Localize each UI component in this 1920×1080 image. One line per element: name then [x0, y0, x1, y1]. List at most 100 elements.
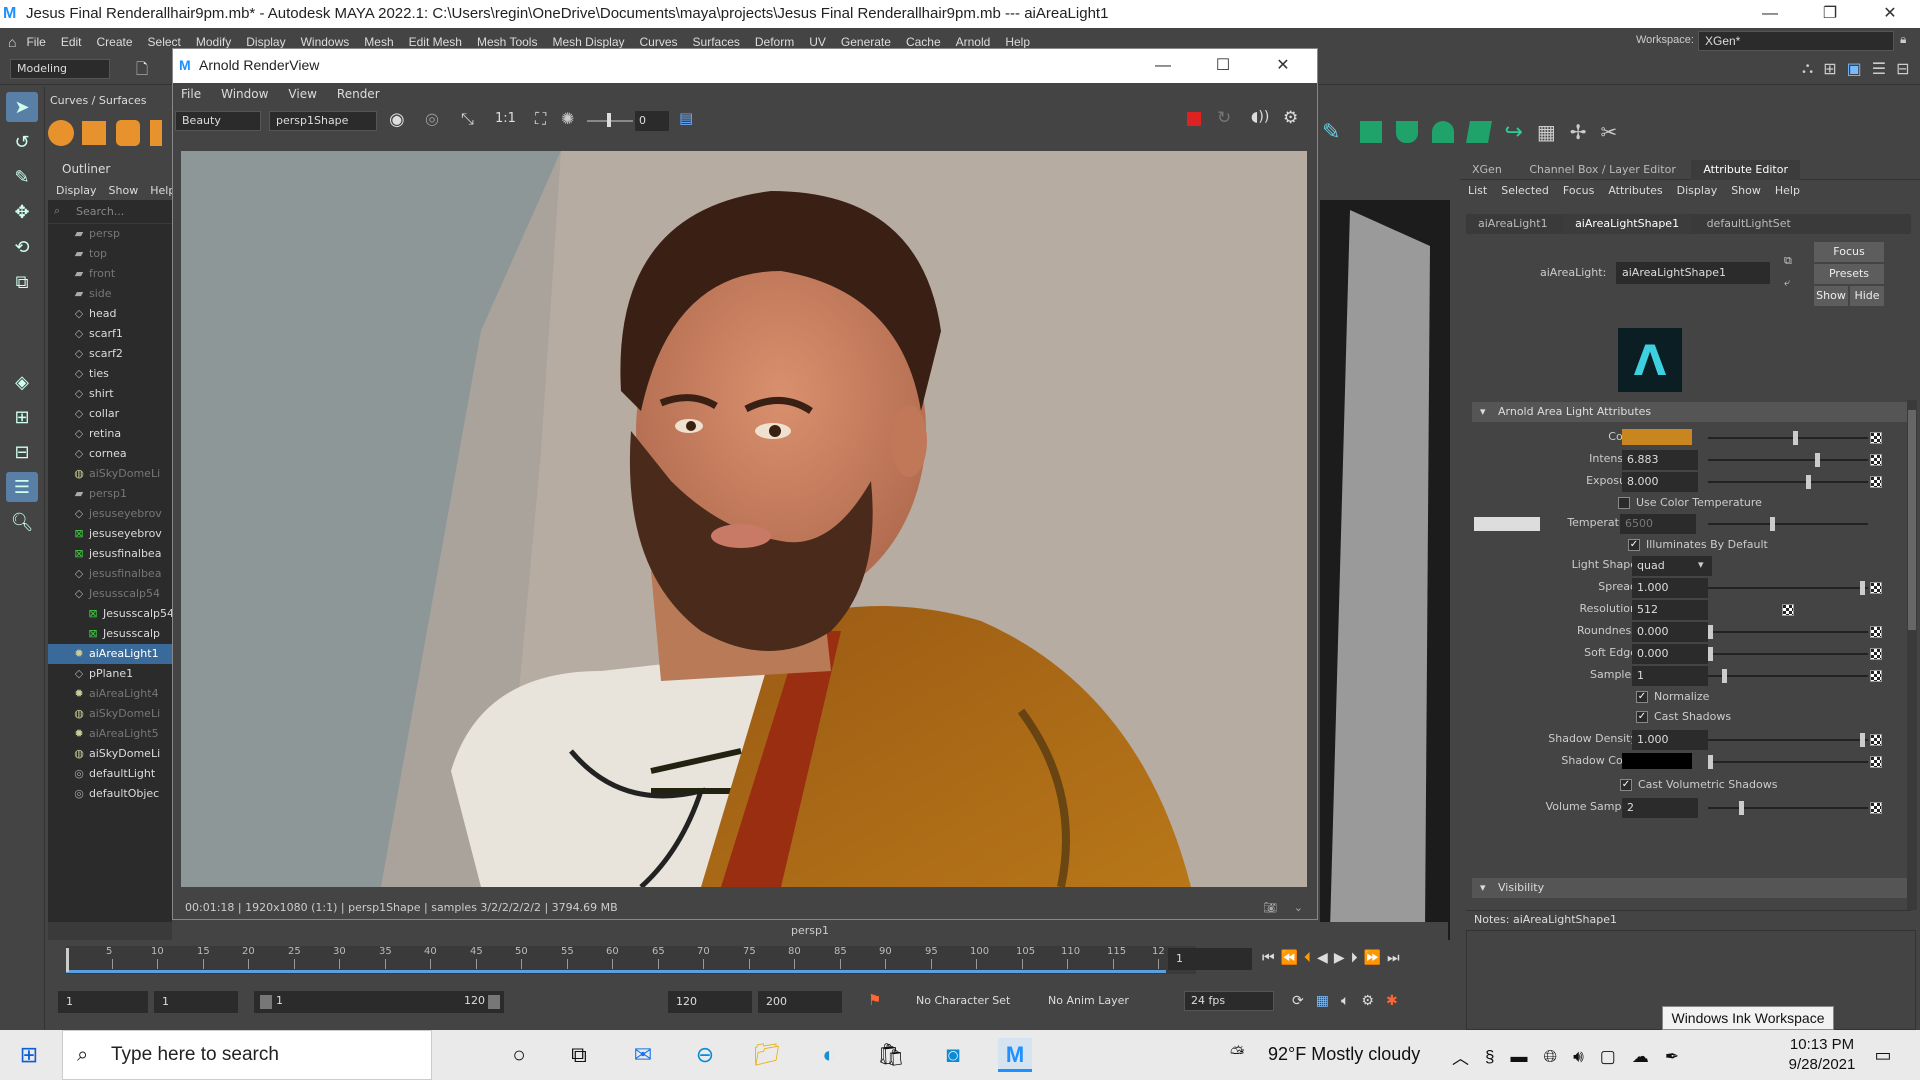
lasso-tool-icon[interactable]: ↺	[6, 127, 38, 157]
shelf-tab-curves-surfaces[interactable]: Curves / Surfaces	[50, 94, 170, 110]
attr-menu-focus[interactable]: Focus	[1563, 184, 1594, 197]
presets-button[interactable]: Presets	[1814, 264, 1884, 284]
render-image[interactable]	[181, 151, 1307, 887]
two-view-icon[interactable]: ⊟	[6, 437, 38, 467]
node-tab-ailight[interactable]: aiAreaLight1	[1466, 214, 1560, 234]
menu-item-curves[interactable]: Curves	[640, 35, 678, 49]
outliner-item[interactable]: ◇ scarf2	[48, 344, 172, 364]
menu-item-help[interactable]: Help	[1005, 35, 1030, 49]
crop-icon[interactable]: ⤡	[461, 109, 474, 129]
loop-icon[interactable]: ⟳	[1292, 993, 1304, 1009]
outliner-item[interactable]: ◇ Jesusscalp54	[48, 584, 172, 604]
nurbs-cylinder-icon[interactable]	[116, 120, 140, 146]
poly-dome-icon[interactable]	[1432, 121, 1455, 143]
step-back-key-icon[interactable]: ⏴	[1304, 950, 1311, 966]
fit-frame-icon[interactable]: ⛶	[535, 109, 546, 129]
cortana-icon[interactable]: ○	[502, 1038, 536, 1072]
attr-menu-display[interactable]: Display	[1677, 184, 1718, 197]
outliner-item[interactable]: ✹ aiAreaLight5	[48, 724, 172, 744]
attr-color-slider[interactable]	[1708, 431, 1868, 445]
tab-channel-box[interactable]: Channel Box / Layer Editor	[1517, 160, 1688, 180]
scene-end-field[interactable]: 200	[758, 991, 842, 1013]
attr-shadow-color-swatch[interactable]	[1622, 753, 1692, 769]
slider-knob[interactable]	[1860, 733, 1865, 747]
renderview-minimize-button[interactable]: —	[1133, 52, 1193, 80]
step-forward-key-icon[interactable]: ⏵	[1351, 950, 1358, 966]
menu-item-display[interactable]: Display	[246, 35, 285, 49]
time-editor-icon[interactable]: ✱	[1386, 993, 1398, 1009]
poly-cube-icon[interactable]	[1466, 121, 1493, 143]
refresh-render-icon[interactable]: ↻	[1217, 108, 1231, 128]
attr-roundness-field[interactable]: 0.000	[1632, 622, 1708, 642]
outliner-item[interactable]: ◎ defaultLight	[48, 764, 172, 784]
render-region-icon[interactable]: ◉	[389, 109, 405, 130]
outliner-item[interactable]: ▰ front	[48, 264, 172, 284]
store-icon[interactable]: 🛍︎	[874, 1038, 908, 1072]
menu-item-mesh-tools[interactable]: Mesh Tools	[477, 35, 537, 49]
range-end-handle[interactable]	[488, 995, 500, 1009]
attr-spread-slider[interactable]	[1708, 581, 1868, 595]
outliner-item[interactable]: ✹ aiAreaLight4	[48, 684, 172, 704]
slider-knob[interactable]	[1793, 431, 1798, 445]
tray-app-icon[interactable]: §	[1485, 1047, 1494, 1067]
move-tool-icon[interactable]: ✥	[6, 197, 38, 227]
menu-item-mesh-display[interactable]: Mesh Display	[552, 35, 624, 49]
attr-illuminates-checkbox[interactable]: ✓ Illuminates By Default	[1628, 538, 1768, 551]
cut-icon[interactable]: ✂	[1601, 120, 1618, 144]
outliner-search-input[interactable]: Search...	[76, 205, 124, 218]
fps-dropdown[interactable]: 24 fps	[1184, 991, 1274, 1011]
slider-knob[interactable]	[1739, 801, 1744, 815]
nurbs-cube-icon[interactable]	[82, 121, 106, 145]
select-tool-icon[interactable]: ➤	[6, 92, 38, 122]
outliner-item[interactable]: ◇ collar	[48, 404, 172, 424]
outliner-item[interactable]: ⊠ Jesusscalp	[48, 624, 172, 644]
menu-item-edit-mesh[interactable]: Edit Mesh	[409, 35, 462, 49]
attr-shadow-density-slider[interactable]	[1708, 733, 1868, 747]
range-slider-bar[interactable]: 1 120	[254, 991, 504, 1013]
time-slider[interactable]: 5 10 15 20 25 30 35 40 45 50 55 60 65 70 75 80 85 90 95 100…	[48, 942, 1448, 978]
menu-item-deform[interactable]: Deform	[755, 35, 794, 49]
menu-item-mesh[interactable]: Mesh	[364, 35, 393, 49]
map-texture-icon[interactable]	[1870, 626, 1882, 638]
section-visibility[interactable]: ▾ Visibility	[1472, 878, 1907, 898]
playback-end-field[interactable]: 120	[668, 991, 752, 1013]
play-forward-icon[interactable]: ▶	[1334, 950, 1345, 966]
minimize-button[interactable]: —	[1740, 0, 1800, 28]
attr-menu-attributes[interactable]: Attributes	[1608, 184, 1662, 197]
maya-taskbar-icon[interactable]: M	[998, 1038, 1032, 1072]
outliner-item[interactable]: ◍ aiSkyDomeLi	[48, 464, 172, 484]
app-icon[interactable]: ⊖	[688, 1038, 722, 1072]
node-name-field[interactable]: aiAreaLightShape1	[1616, 262, 1770, 284]
outliner-scrollbar[interactable]	[48, 922, 172, 940]
menu-item-file[interactable]: File	[26, 35, 45, 49]
outliner-menu-display[interactable]: Display	[56, 184, 97, 197]
slider-knob[interactable]	[1860, 581, 1865, 595]
go-to-end-icon[interactable]: ⏭	[1387, 950, 1400, 966]
attr-shadow-density-field[interactable]: 1.000	[1632, 730, 1708, 750]
copy-tab-icon[interactable]: ⧉	[1784, 254, 1792, 268]
outliner-item[interactable]: ▰ persp1	[48, 484, 172, 504]
menu-item-select[interactable]: Select	[148, 35, 181, 49]
show-button[interactable]: Show	[1814, 286, 1848, 306]
bend-icon[interactable]: ↪	[1504, 120, 1522, 145]
character-set-dropdown[interactable]: No Character Set	[916, 994, 1010, 1007]
outliner-item[interactable]: ◇ jesuseyebrov	[48, 504, 172, 524]
chevron-down-icon[interactable]: ▾	[1698, 558, 1704, 571]
attr-spread-field[interactable]: 1.000	[1632, 578, 1708, 598]
attr-samples-field[interactable]: 1	[1632, 666, 1708, 686]
timeline-track[interactable]: 5 10 15 20 25 30 35 40 45 50 55 60 65 70 75 80 85 90 95 100…	[66, 946, 1196, 974]
attr-intensity-field[interactable]: 6.883	[1622, 450, 1698, 470]
file-explorer-icon[interactable]: 📁︎	[750, 1038, 784, 1072]
map-texture-icon[interactable]	[1870, 802, 1882, 814]
outliner-item[interactable]: ▰ side	[48, 284, 172, 304]
tray-chevron-icon[interactable]: ︿	[1452, 1044, 1469, 1069]
viewport-panel[interactable]	[1320, 200, 1450, 940]
paint-select-icon[interactable]: ✎	[6, 162, 38, 192]
attr-temperature-field[interactable]: 6500	[1620, 514, 1696, 534]
volume-icon[interactable]: 🔊︎	[1573, 1047, 1584, 1067]
attr-exposure-slider[interactable]	[1708, 475, 1868, 489]
task-view-icon[interactable]: ⧉	[562, 1038, 596, 1072]
checkbox-icon[interactable]: ✓	[1620, 779, 1632, 791]
rotate-tool-icon[interactable]: ⟲	[6, 232, 38, 262]
renderview-menu-window[interactable]: Window	[221, 87, 268, 101]
